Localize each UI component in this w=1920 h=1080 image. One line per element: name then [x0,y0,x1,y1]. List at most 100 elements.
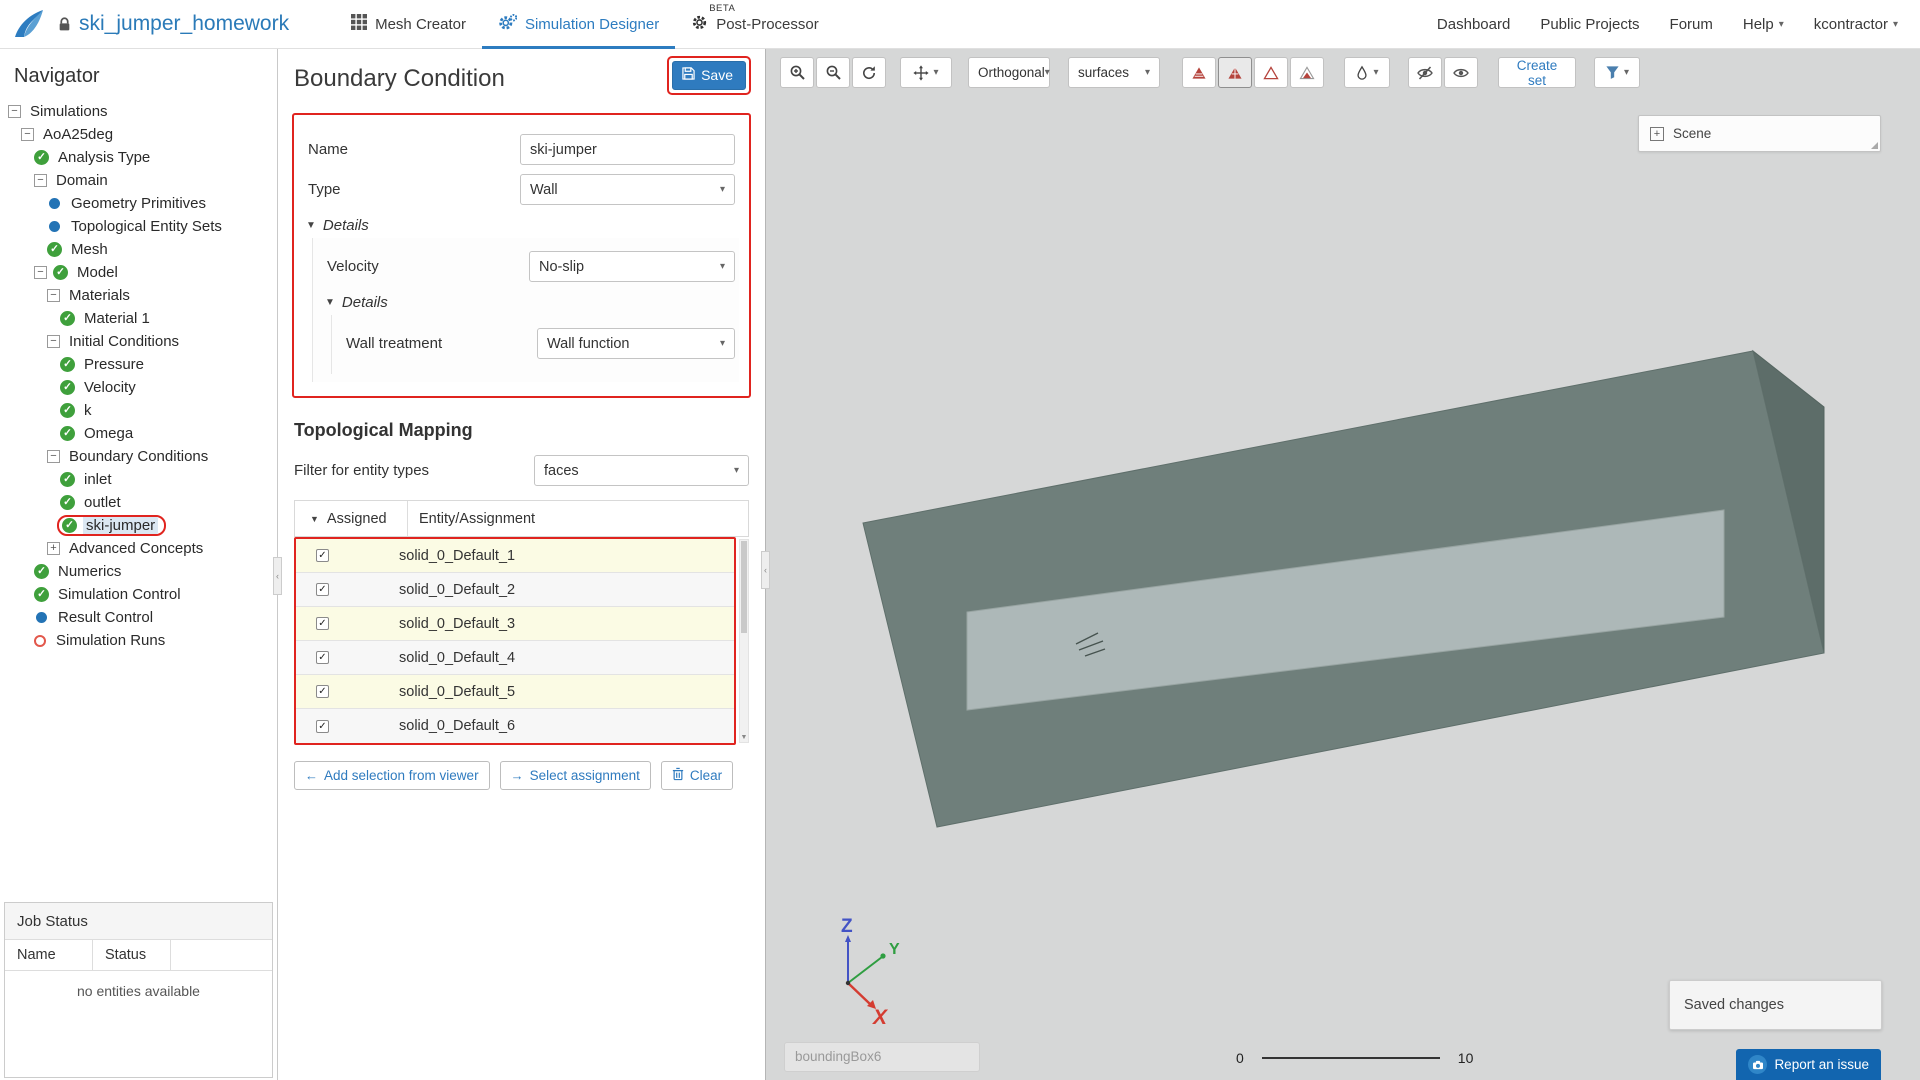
add-selection-button[interactable]: ← Add selection from viewer [294,761,490,790]
clear-button[interactable]: Clear [661,761,733,790]
tab-simulation-designer[interactable]: Simulation Designer [482,0,675,49]
assigned-checkbox[interactable]: ✓ [316,583,329,596]
entity-type-select[interactable]: surfaces ▾ [1068,57,1160,88]
report-issue-button[interactable]: Report an issue [1736,1049,1881,1080]
mesh-clip-button-3[interactable] [1254,57,1288,88]
collapse-icon[interactable]: − [47,450,60,463]
tree-item-simulation-control[interactable]: ✓Simulation Control [0,583,277,606]
tree-item-inlet[interactable]: ✓inlet [0,468,277,491]
tree-item-velocity[interactable]: ✓Velocity [0,376,277,399]
bounding-box-label[interactable]: boundingBox6 [784,1042,980,1072]
tree-item-domain[interactable]: −Domain [0,169,277,192]
tree-item-mesh[interactable]: ✓Mesh [0,238,277,261]
tree-item-simulation-runs[interactable]: Simulation Runs [0,629,277,652]
expand-icon[interactable]: + [47,542,60,555]
velocity-select[interactable]: No-slip ▾ [529,251,735,282]
tree-item-label: Material 1 [81,310,153,327]
assigned-checkbox[interactable]: ✓ [316,549,329,562]
projection-select[interactable]: Orthogonal ▾ [968,57,1050,88]
hide-selected-button[interactable] [1408,57,1442,88]
tree-item-aoa25deg[interactable]: −AoA25deg [0,123,277,146]
tree-item-outlet[interactable]: ✓outlet [0,491,277,514]
scene-expand-icon[interactable]: + [1650,127,1664,141]
name-input[interactable] [520,134,735,165]
collapse-icon[interactable]: − [34,174,47,187]
project-title[interactable]: ski_jumper_homework [79,12,289,36]
axis-x-label: X [872,1006,889,1029]
tree-item-material-1[interactable]: ✓Material 1 [0,307,277,330]
table-row[interactable]: ✓solid_0_Default_6 [296,709,734,743]
tree-item-numerics[interactable]: ✓Numerics [0,560,277,583]
assigned-header[interactable]: ▼ Assigned [295,501,408,536]
table-scrollbar[interactable]: ▼ [739,539,749,743]
tree-item-body: ✓Velocity [60,379,139,396]
scene-panel[interactable]: + Scene [1638,115,1881,152]
save-button[interactable]: Save [672,61,746,90]
scrollbar-thumb[interactable] [741,541,747,633]
entity-filter-label: Filter for entity types [294,462,429,479]
entity-filter-select[interactable]: faces ▾ [534,455,749,486]
user-menu[interactable]: kcontractor ▾ [1814,16,1898,33]
show-all-button[interactable] [1444,57,1478,88]
tree-item-initial-conditions[interactable]: −Initial Conditions [0,330,277,353]
collapse-icon[interactable]: − [47,289,60,302]
collapse-icon[interactable]: − [34,266,47,279]
table-row[interactable]: ✓solid_0_Default_1 [296,539,734,573]
zoom-out-button[interactable] [816,57,850,88]
color-tool-dropdown[interactable]: ▾ [1344,57,1390,88]
axes-gizmo[interactable]: Z Y X [791,912,911,1042]
scroll-down-icon[interactable]: ▼ [740,734,748,741]
assigned-checkbox[interactable]: ✓ [316,720,329,733]
type-select[interactable]: Wall ▾ [520,174,735,205]
tree-item-model[interactable]: −✓Model [0,261,277,284]
mesh-clip-button-2[interactable] [1218,57,1252,88]
collapse-icon[interactable]: − [47,335,60,348]
tree-item-advanced-concepts[interactable]: +Advanced Concepts [0,537,277,560]
header-link-dashboard[interactable]: Dashboard [1437,16,1510,33]
tree-item-materials[interactable]: −Materials [0,284,277,307]
assigned-checkbox[interactable]: ✓ [316,651,329,664]
assigned-checkbox[interactable]: ✓ [316,685,329,698]
table-row[interactable]: ✓solid_0_Default_2 [296,573,734,607]
details-toggle[interactable]: ▼ Details [306,217,737,234]
mesh-clip-button-1[interactable] [1182,57,1216,88]
tree-item-simulations[interactable]: −Simulations [0,100,277,123]
pan-tool-dropdown[interactable]: ▾ [900,57,952,88]
tree-item-k[interactable]: ✓k [0,399,277,422]
collapse-icon[interactable]: − [21,128,34,141]
tree-item-topological-entity-sets[interactable]: Topological Entity Sets [0,215,277,238]
tree-item-omega[interactable]: ✓Omega [0,422,277,445]
tree-item-geometry-primitives[interactable]: Geometry Primitives [0,192,277,215]
create-set-button[interactable]: Create set [1498,57,1576,88]
assigned-checkbox[interactable]: ✓ [316,617,329,630]
tree-item-ski-jumper[interactable]: ✓ski-jumper [0,514,277,537]
app-logo-icon[interactable] [12,7,46,41]
collapse-panel-handle[interactable]: ‹ [761,551,770,589]
header-link-forum[interactable]: Forum [1670,16,1713,33]
refresh-button[interactable] [852,57,886,88]
topological-mapping-title: Topological Mapping [294,420,749,441]
tab-post-processor[interactable]: BETA Post-Processor [675,0,835,49]
job-status-panel: Job Status Name Status no entities avail… [4,902,273,1078]
tree-item-pressure[interactable]: ✓Pressure [0,353,277,376]
wall-treatment-select[interactable]: Wall function ▾ [537,328,735,359]
collapse-icon[interactable]: − [8,105,21,118]
select-assignment-label: Select assignment [530,768,640,783]
help-menu[interactable]: Help ▾ [1743,16,1784,33]
zoom-in-button[interactable] [780,57,814,88]
filter-dropdown[interactable]: ▾ [1594,57,1640,88]
header-link-public-projects[interactable]: Public Projects [1540,16,1639,33]
tree-item-analysis-type[interactable]: ✓Analysis Type [0,146,277,169]
chevron-down-icon: ▾ [1373,67,1378,78]
tree-item-boundary-conditions[interactable]: −Boundary Conditions [0,445,277,468]
nested-details-toggle[interactable]: ▼ Details [325,294,737,311]
table-row[interactable]: ✓solid_0_Default_5 [296,675,734,709]
table-row[interactable]: ✓solid_0_Default_3 [296,607,734,641]
collapse-navigator-handle[interactable]: ‹ [273,557,282,595]
select-assignment-button[interactable]: → Select assignment [500,761,651,790]
tree-item-result-control[interactable]: Result Control [0,606,277,629]
table-row[interactable]: ✓solid_0_Default_4 [296,641,734,675]
viewport-3d[interactable] [766,49,1920,1080]
mesh-clip-button-4[interactable] [1290,57,1324,88]
tab-mesh-creator[interactable]: Mesh Creator [335,0,482,49]
